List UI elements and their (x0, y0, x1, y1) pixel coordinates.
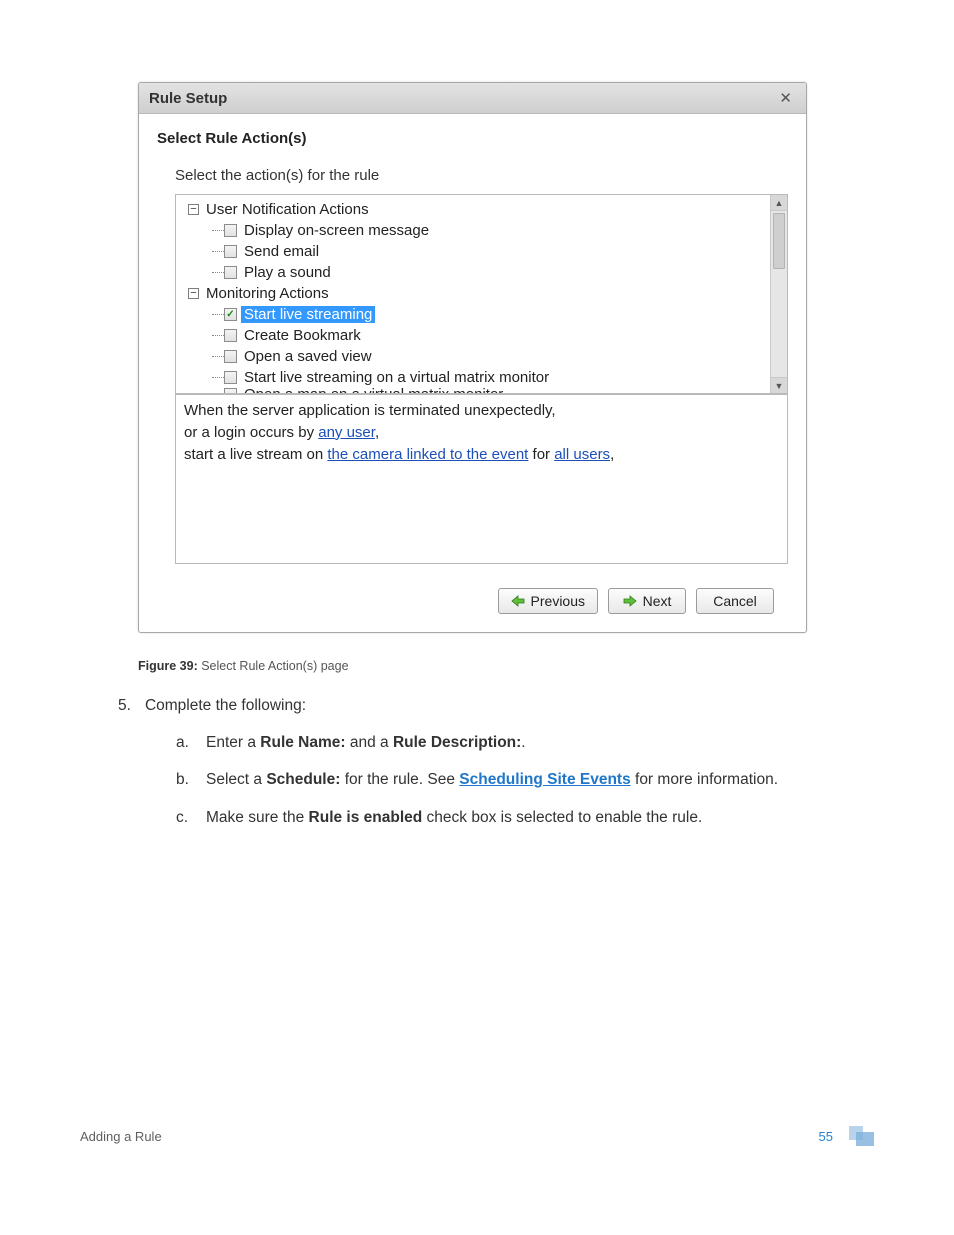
desc-line3-mid: for (528, 446, 554, 463)
checkbox-start-stream-matrix[interactable] (224, 371, 237, 384)
desc-line1: When the server application is terminate… (184, 402, 556, 419)
dialog-title: Rule Setup (149, 90, 227, 107)
step-5c-text: Make sure the Rule is enabled check box … (206, 806, 702, 829)
arrow-right-icon (623, 595, 637, 607)
desc-line2-post: , (375, 424, 379, 441)
page-footer: Adding a Rule 55 (80, 1126, 874, 1146)
step-5-marker: 5. (118, 697, 131, 715)
arrow-left-icon (511, 595, 525, 607)
link-any-user[interactable]: any user (318, 424, 375, 441)
rule-setup-dialog: Rule Setup ✕ Select Rule Action(s) Selec… (138, 82, 807, 633)
step-5a-marker: a. (176, 731, 192, 754)
cancel-label: Cancel (713, 593, 757, 609)
checkbox-create-bookmark[interactable] (224, 329, 237, 342)
actions-tree: − User Notification Actions Display on-s… (175, 194, 788, 394)
tree-item-display-message[interactable]: Display on-screen message (241, 222, 432, 239)
footer-logo-icon (843, 1126, 874, 1146)
next-button[interactable]: Next (608, 588, 686, 614)
desc-line3-post: , (610, 446, 614, 463)
tree-item-create-bookmark[interactable]: Create Bookmark (241, 327, 364, 344)
scroll-thumb[interactable] (773, 213, 785, 269)
figure-label: Figure 39: (138, 659, 198, 673)
checkbox-play-sound[interactable] (224, 266, 237, 279)
tree-item-play-sound[interactable]: Play a sound (241, 264, 334, 281)
link-scheduling-site-events[interactable]: Scheduling Site Events (459, 771, 630, 788)
step-5-text: Complete the following: (145, 697, 306, 715)
checkbox-start-live-streaming[interactable]: ✓ (224, 308, 237, 321)
close-icon[interactable]: ✕ (775, 89, 796, 107)
collapse-icon[interactable]: − (188, 288, 199, 299)
tree-item-open-map-matrix[interactable]: Open a map on a virtual matrix monitor (241, 388, 506, 394)
desc-line3-pre: start a live stream on (184, 446, 327, 463)
step-5b-marker: b. (176, 768, 192, 791)
desc-line2-pre: or a login occurs by (184, 424, 318, 441)
tree-item-open-saved-view[interactable]: Open a saved view (241, 348, 375, 365)
scroll-down-icon[interactable]: ▼ (771, 377, 787, 393)
collapse-icon[interactable]: − (188, 204, 199, 215)
tree-scrollbar[interactable]: ▲ ▼ (770, 195, 787, 393)
tree-item-send-email[interactable]: Send email (241, 243, 322, 260)
checkbox-display-message[interactable] (224, 224, 237, 237)
scroll-up-icon[interactable]: ▲ (771, 195, 787, 211)
next-label: Next (643, 593, 672, 609)
page-number: 55 (819, 1129, 833, 1144)
link-all-users[interactable]: all users (554, 446, 610, 463)
figure-text: Select Rule Action(s) page (198, 659, 349, 673)
footer-section-title: Adding a Rule (80, 1129, 162, 1144)
dialog-heading: Select Rule Action(s) (157, 130, 788, 147)
dialog-titlebar: Rule Setup ✕ (139, 83, 806, 114)
step-5c-marker: c. (176, 806, 192, 829)
previous-label: Previous (531, 593, 585, 609)
tree-group-monitoring[interactable]: Monitoring Actions (203, 285, 332, 302)
checkbox-send-email[interactable] (224, 245, 237, 258)
step-5b-text: Select a Schedule: for the rule. See Sch… (206, 768, 778, 791)
checkbox-open-saved-view[interactable] (224, 350, 237, 363)
cancel-button[interactable]: Cancel (696, 588, 774, 614)
checkbox-open-map-matrix[interactable] (224, 388, 237, 394)
tree-group-user-notification[interactable]: User Notification Actions (203, 201, 372, 218)
step-5a-text: Enter a Rule Name: and a Rule Descriptio… (206, 731, 526, 754)
tree-item-start-stream-matrix[interactable]: Start live streaming on a virtual matrix… (241, 369, 552, 386)
figure-caption: Figure 39: Select Rule Action(s) page (138, 659, 874, 673)
previous-button[interactable]: Previous (498, 588, 598, 614)
dialog-instruction: Select the action(s) for the rule (175, 167, 788, 184)
link-camera-linked[interactable]: the camera linked to the event (327, 446, 528, 463)
tree-item-start-live-streaming[interactable]: Start live streaming (241, 306, 375, 323)
rule-description-panel: When the server application is terminate… (175, 394, 788, 564)
